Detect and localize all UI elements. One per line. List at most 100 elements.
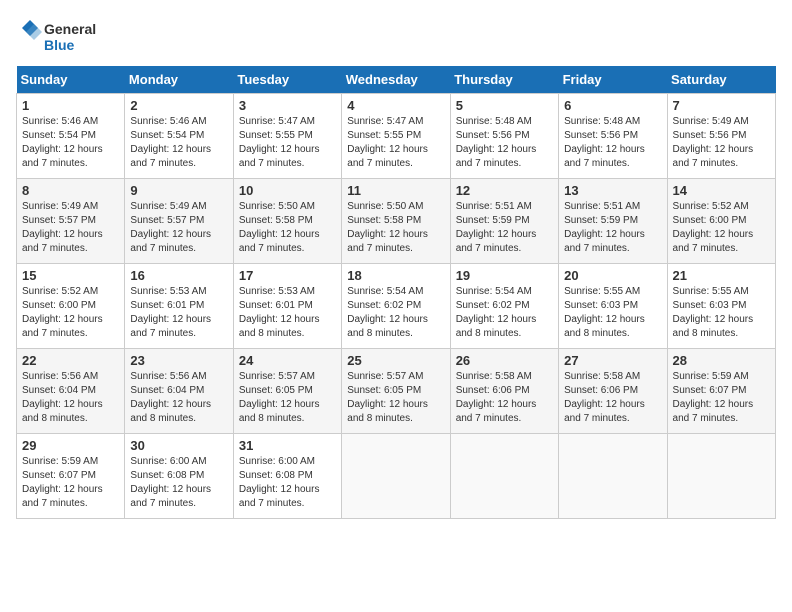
week-row-5: 29Sunrise: 5:59 AM Sunset: 6:07 PM Dayli…: [17, 434, 776, 519]
column-header-friday: Friday: [559, 66, 667, 94]
day-number: 12: [456, 183, 553, 198]
day-info: Sunrise: 5:49 AM Sunset: 5:57 PM Dayligh…: [130, 200, 227, 256]
day-number: 2: [130, 98, 227, 113]
calendar-cell: 12Sunrise: 5:51 AM Sunset: 5:59 PM Dayli…: [450, 179, 558, 264]
day-info: Sunrise: 5:56 AM Sunset: 6:04 PM Dayligh…: [130, 370, 227, 426]
day-number: 10: [239, 183, 336, 198]
day-info: Sunrise: 5:47 AM Sunset: 5:55 PM Dayligh…: [239, 115, 336, 171]
day-number: 11: [347, 183, 444, 198]
day-info: Sunrise: 5:46 AM Sunset: 5:54 PM Dayligh…: [130, 115, 227, 171]
day-number: 14: [673, 183, 770, 198]
day-number: 23: [130, 353, 227, 368]
logo-svg: General Blue: [16, 16, 106, 56]
day-number: 4: [347, 98, 444, 113]
week-row-3: 15 Sunrise: 5:52 AM Sunset: 6:00 PM Dayli…: [17, 264, 776, 349]
day-info: Sunrise: 5:54 AM Sunset: 6:02 PM Dayligh…: [456, 285, 553, 341]
calendar-cell: 29Sunrise: 5:59 AM Sunset: 6:07 PM Dayli…: [17, 434, 125, 519]
calendar-cell: 17Sunrise: 5:53 AM Sunset: 6:01 PM Dayli…: [233, 264, 341, 349]
day-info: Sunrise: 5:47 AM Sunset: 5:55 PM Dayligh…: [347, 115, 444, 171]
day-number: 29: [22, 438, 119, 453]
day-number: 26: [456, 353, 553, 368]
header: General Blue: [16, 16, 776, 56]
calendar-cell: 22 Sunrise: 5:56 AM Sunset: 6:04 PM Dayli…: [17, 349, 125, 434]
day-number: 15: [22, 268, 119, 283]
calendar-cell: [450, 434, 558, 519]
calendar-cell: 2 Sunrise: 5:46 AM Sunset: 5:54 PM Daylig…: [125, 94, 233, 179]
calendar-cell: 25Sunrise: 5:57 AM Sunset: 6:05 PM Dayli…: [342, 349, 450, 434]
svg-text:General: General: [44, 21, 96, 37]
calendar-cell: 23 Sunrise: 5:56 AM Sunset: 6:04 PM Dayli…: [125, 349, 233, 434]
column-header-tuesday: Tuesday: [233, 66, 341, 94]
day-info: Sunrise: 5:57 AM Sunset: 6:05 PM Dayligh…: [239, 370, 336, 426]
calendar-cell: 20Sunrise: 5:55 AM Sunset: 6:03 PM Dayli…: [559, 264, 667, 349]
day-info: Sunrise: 5:48 AM Sunset: 5:56 PM Dayligh…: [564, 115, 661, 171]
calendar-cell: 30 Sunrise: 6:00 AM Sunset: 6:08 PM Dayli…: [125, 434, 233, 519]
day-number: 9: [130, 183, 227, 198]
calendar-cell: 6 Sunrise: 5:48 AM Sunset: 5:56 PM Daylig…: [559, 94, 667, 179]
day-info: Sunrise: 5:46 AM Sunset: 5:54 PM Dayligh…: [22, 115, 119, 171]
day-info: Sunrise: 5:49 AM Sunset: 5:56 PM Dayligh…: [673, 115, 770, 171]
day-info: Sunrise: 5:59 AM Sunset: 6:07 PM Dayligh…: [673, 370, 770, 426]
day-number: 22: [22, 353, 119, 368]
calendar-cell: 1Sunrise: 5:46 AM Sunset: 5:54 PM Daylig…: [17, 94, 125, 179]
calendar-cell: 28 Sunrise: 5:59 AM Sunset: 6:07 PM Dayli…: [667, 349, 775, 434]
calendar-cell: [559, 434, 667, 519]
day-number: 7: [673, 98, 770, 113]
day-info: Sunrise: 5:54 AM Sunset: 6:02 PM Dayligh…: [347, 285, 444, 341]
day-info: Sunrise: 6:00 AM Sunset: 6:08 PM Dayligh…: [239, 455, 336, 511]
week-row-1: 1Sunrise: 5:46 AM Sunset: 5:54 PM Daylig…: [17, 94, 776, 179]
calendar-cell: [667, 434, 775, 519]
day-info: Sunrise: 5:58 AM Sunset: 6:06 PM Dayligh…: [564, 370, 661, 426]
calendar-cell: 24 Sunrise: 5:57 AM Sunset: 6:05 PM Dayli…: [233, 349, 341, 434]
column-header-wednesday: Wednesday: [342, 66, 450, 94]
day-number: 8: [22, 183, 119, 198]
calendar-cell: 13 Sunrise: 5:51 AM Sunset: 5:59 PM Dayli…: [559, 179, 667, 264]
day-number: 3: [239, 98, 336, 113]
day-number: 30: [130, 438, 227, 453]
week-row-4: 22 Sunrise: 5:56 AM Sunset: 6:04 PM Dayli…: [17, 349, 776, 434]
calendar-cell: 15 Sunrise: 5:52 AM Sunset: 6:00 PM Dayli…: [17, 264, 125, 349]
day-info: Sunrise: 5:49 AM Sunset: 5:57 PM Dayligh…: [22, 200, 119, 256]
day-info: Sunrise: 5:52 AM Sunset: 6:00 PM Dayligh…: [22, 285, 119, 341]
calendar-cell: 8 Sunrise: 5:49 AM Sunset: 5:57 PM Daylig…: [17, 179, 125, 264]
day-number: 13: [564, 183, 661, 198]
calendar-header-row: SundayMondayTuesdayWednesdayThursdayFrid…: [17, 66, 776, 94]
day-info: Sunrise: 5:51 AM Sunset: 5:59 PM Dayligh…: [564, 200, 661, 256]
day-info: Sunrise: 5:56 AM Sunset: 6:04 PM Dayligh…: [22, 370, 119, 426]
day-info: Sunrise: 5:48 AM Sunset: 5:56 PM Dayligh…: [456, 115, 553, 171]
calendar-table: SundayMondayTuesdayWednesdayThursdayFrid…: [16, 66, 776, 519]
svg-text:Blue: Blue: [44, 37, 75, 53]
day-number: 16: [130, 268, 227, 283]
day-number: 31: [239, 438, 336, 453]
day-number: 28: [673, 353, 770, 368]
logo: General Blue: [16, 16, 106, 56]
day-number: 24: [239, 353, 336, 368]
day-info: Sunrise: 5:55 AM Sunset: 6:03 PM Dayligh…: [564, 285, 661, 341]
column-header-saturday: Saturday: [667, 66, 775, 94]
day-info: Sunrise: 5:53 AM Sunset: 6:01 PM Dayligh…: [130, 285, 227, 341]
calendar-body: 1Sunrise: 5:46 AM Sunset: 5:54 PM Daylig…: [17, 94, 776, 519]
day-number: 6: [564, 98, 661, 113]
day-number: 19: [456, 268, 553, 283]
day-info: Sunrise: 5:52 AM Sunset: 6:00 PM Dayligh…: [673, 200, 770, 256]
day-number: 21: [673, 268, 770, 283]
day-info: Sunrise: 5:50 AM Sunset: 5:58 PM Dayligh…: [239, 200, 336, 256]
calendar-cell: 11 Sunrise: 5:50 AM Sunset: 5:58 PM Dayli…: [342, 179, 450, 264]
calendar-cell: 21 Sunrise: 5:55 AM Sunset: 6:03 PM Dayli…: [667, 264, 775, 349]
day-number: 27: [564, 353, 661, 368]
calendar-cell: 4 Sunrise: 5:47 AM Sunset: 5:55 PM Daylig…: [342, 94, 450, 179]
calendar-cell: 14 Sunrise: 5:52 AM Sunset: 6:00 PM Dayli…: [667, 179, 775, 264]
column-header-monday: Monday: [125, 66, 233, 94]
day-info: Sunrise: 5:58 AM Sunset: 6:06 PM Dayligh…: [456, 370, 553, 426]
day-info: Sunrise: 6:00 AM Sunset: 6:08 PM Dayligh…: [130, 455, 227, 511]
calendar-cell: 26 Sunrise: 5:58 AM Sunset: 6:06 PM Dayli…: [450, 349, 558, 434]
calendar-cell: 7 Sunrise: 5:49 AM Sunset: 5:56 PM Daylig…: [667, 94, 775, 179]
day-info: Sunrise: 5:50 AM Sunset: 5:58 PM Dayligh…: [347, 200, 444, 256]
day-info: Sunrise: 5:55 AM Sunset: 6:03 PM Dayligh…: [673, 285, 770, 341]
column-header-thursday: Thursday: [450, 66, 558, 94]
day-number: 25: [347, 353, 444, 368]
calendar-cell: 9 Sunrise: 5:49 AM Sunset: 5:57 PM Daylig…: [125, 179, 233, 264]
day-number: 18: [347, 268, 444, 283]
day-number: 17: [239, 268, 336, 283]
column-header-sunday: Sunday: [17, 66, 125, 94]
